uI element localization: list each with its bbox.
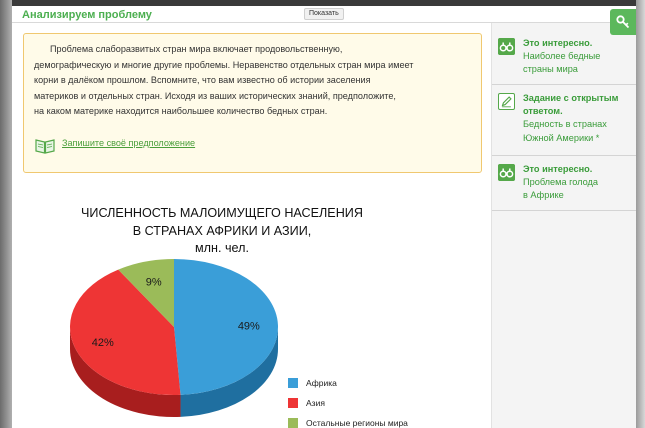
legend-label: Остальные регионы мира <box>306 417 408 428</box>
sidebar-divider <box>492 210 636 211</box>
sidebar-item-text: Это интересно. Наиболее бедные страны ми… <box>523 37 635 77</box>
legend-swatch <box>288 398 298 408</box>
legend-swatch <box>288 378 298 388</box>
pie-slice-label-1: 49% <box>238 320 260 332</box>
binoculars-icon <box>498 164 515 181</box>
sidebar-item-body: Наиболее бедные <box>523 51 601 62</box>
key-button[interactable] <box>610 9 636 35</box>
pie-chart: 49% 42% 9% <box>69 259 279 417</box>
sidebar-item-text: Задание с открытым ответом. Бедность в с… <box>523 92 635 145</box>
pie-slice-label-3: 9% <box>146 276 162 288</box>
sidebar-item-body: в Африке <box>523 190 564 201</box>
sidebar-divider <box>492 155 636 156</box>
key-icon <box>616 15 630 29</box>
sidebar-item-poorest-countries[interactable]: Это интересно. Наиболее бедные страны ми… <box>492 37 636 81</box>
background-left <box>0 0 12 428</box>
sidebar-item-body: страны мира <box>523 64 578 75</box>
legend-label: Азия <box>306 397 325 408</box>
legend-label: Африка <box>306 377 337 388</box>
sidebar-item-title: Это интересно. <box>523 38 593 48</box>
pie-slice-label-2: 42% <box>92 337 114 349</box>
pencil-icon <box>498 93 515 110</box>
lesson-page: Анализируем проблему Показать Проблема с… <box>12 0 636 428</box>
sidebar-item-title: Задание с открытым <box>523 93 619 103</box>
sidebar-divider <box>492 84 636 85</box>
sidebar-item-body: Южной Америки * <box>523 132 600 143</box>
sidebar-item-title: Это интересно. <box>523 164 593 174</box>
background-right <box>636 0 645 428</box>
binoculars-icon <box>498 38 515 55</box>
sidebar-item-hunger-africa[interactable]: Это интересно. Проблема голода в Африке <box>492 163 636 207</box>
sidebar-item-body: Проблема голода <box>523 177 599 188</box>
sidebar-item-text: Это интересно. Проблема голода в Африке <box>523 163 635 203</box>
sidebar-item-open-answer-task[interactable]: Задание с открытым ответом. Бедность в с… <box>492 92 636 152</box>
legend-swatch <box>288 418 298 428</box>
sidebar-item-title: ответом. <box>523 106 563 117</box>
sidebar-item-body: Бедность в странах <box>523 119 607 130</box>
